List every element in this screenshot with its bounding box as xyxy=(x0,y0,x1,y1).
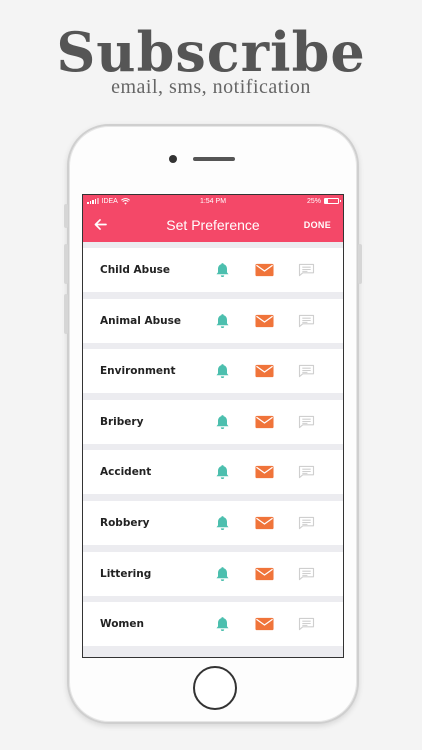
email-icon[interactable] xyxy=(243,465,285,479)
channel-icons xyxy=(201,616,327,632)
back-arrow-icon[interactable] xyxy=(91,216,109,234)
notification-bell-icon[interactable] xyxy=(201,313,243,329)
sms-icon[interactable] xyxy=(285,567,327,581)
preference-label: Accident xyxy=(100,466,152,479)
email-icon[interactable] xyxy=(243,263,285,277)
preference-row[interactable]: Bribery xyxy=(83,399,343,444)
battery-icon xyxy=(324,198,341,204)
preference-row[interactable]: Littering xyxy=(83,551,343,596)
notification-bell-icon[interactable] xyxy=(201,363,243,379)
sms-icon[interactable] xyxy=(285,263,327,277)
notification-bell-icon[interactable] xyxy=(201,464,243,480)
battery-percent: 25% xyxy=(306,197,321,205)
channel-icons xyxy=(201,262,327,278)
sms-icon[interactable] xyxy=(285,516,327,530)
preference-label: Robbery xyxy=(100,516,150,529)
notification-bell-icon[interactable] xyxy=(201,262,243,278)
volume-up-button xyxy=(64,244,68,284)
preference-label: Animal Abuse xyxy=(100,314,181,327)
phone-screen: IDEA 1:54 PM 25% Set Preference DONE Chi… xyxy=(82,194,344,658)
email-icon[interactable] xyxy=(243,617,285,631)
preference-row[interactable]: Robbery xyxy=(83,500,343,545)
preference-label: Bribery xyxy=(100,415,144,428)
channel-icons xyxy=(201,363,327,379)
signal-icon xyxy=(87,198,99,204)
done-button[interactable]: DONE xyxy=(304,220,331,230)
nav-row: Set Preference DONE xyxy=(83,207,343,242)
preference-list: Child Abuse Animal Abuse Environment Bri… xyxy=(83,242,343,647)
promo-subline: email, sms, notification xyxy=(111,76,311,98)
preference-label: Women xyxy=(100,618,144,631)
preference-label: Environment xyxy=(100,365,176,378)
channel-icons xyxy=(201,566,327,582)
promo-headline: Subscribe xyxy=(56,20,366,84)
front-camera xyxy=(169,155,177,163)
channel-icons xyxy=(201,414,327,430)
earpiece-speaker xyxy=(193,157,235,161)
channel-icons xyxy=(201,515,327,531)
phone-frame: IDEA 1:54 PM 25% Set Preference DONE Chi… xyxy=(64,124,362,724)
mute-switch xyxy=(64,204,68,228)
preference-label: Littering xyxy=(100,567,152,580)
channel-icons xyxy=(201,313,327,329)
status-bar: IDEA 1:54 PM 25% xyxy=(83,195,343,207)
sms-icon[interactable] xyxy=(285,617,327,631)
volume-down-button xyxy=(64,294,68,334)
email-icon[interactable] xyxy=(243,364,285,378)
preference-row[interactable]: Animal Abuse xyxy=(83,298,343,343)
preference-row[interactable]: Accident xyxy=(83,450,343,495)
sms-icon[interactable] xyxy=(285,415,327,429)
notification-bell-icon[interactable] xyxy=(201,515,243,531)
app-bar: IDEA 1:54 PM 25% Set Preference DONE xyxy=(83,195,343,242)
email-icon[interactable] xyxy=(243,314,285,328)
notification-bell-icon[interactable] xyxy=(201,616,243,632)
notification-bell-icon[interactable] xyxy=(201,566,243,582)
sms-icon[interactable] xyxy=(285,314,327,328)
preference-row[interactable]: Women xyxy=(83,602,343,647)
carrier-label: IDEA xyxy=(101,197,118,205)
email-icon[interactable] xyxy=(243,516,285,530)
preference-label: Child Abuse xyxy=(100,264,171,276)
channel-icons xyxy=(201,464,327,480)
email-icon[interactable] xyxy=(243,415,285,429)
wifi-icon xyxy=(120,197,130,205)
home-button[interactable] xyxy=(193,666,237,710)
sms-icon[interactable] xyxy=(285,364,327,378)
email-icon[interactable] xyxy=(243,567,285,581)
sms-icon[interactable] xyxy=(285,465,327,479)
power-button xyxy=(358,244,362,284)
notification-bell-icon[interactable] xyxy=(201,414,243,430)
preference-row[interactable]: Environment xyxy=(83,349,343,394)
preference-row[interactable]: Child Abuse xyxy=(83,248,343,292)
